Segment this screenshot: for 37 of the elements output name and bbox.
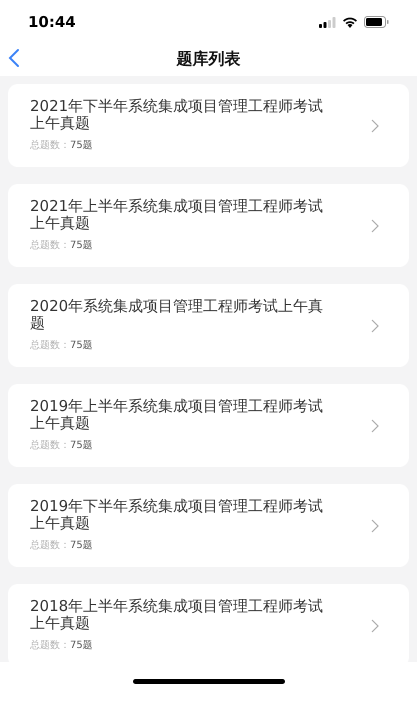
chevron-right-icon (371, 118, 379, 132)
page-title: 题库列表 (176, 48, 240, 70)
chevron-right-icon (371, 518, 379, 532)
count-label: 总题数： (30, 138, 70, 153)
count-label: 总题数： (30, 238, 70, 253)
count-value: 75题 (70, 639, 93, 653)
exam-title: 2020年系统集成项目管理工程师考试上午真题 (30, 298, 324, 332)
count-label: 总题数： (30, 538, 70, 553)
exam-title: 2021年下半年系统集成项目管理工程师考试上午真题 (30, 98, 324, 132)
exam-card[interactable]: 2018年上半年系统集成项目管理工程师考试上午真题 总题数：75题 (8, 584, 409, 662)
exam-card[interactable]: 2019年上半年系统集成项目管理工程师考试上午真题 总题数：75题 (8, 384, 409, 467)
exam-card[interactable]: 2019年下半年系统集成项目管理工程师考试上午真题 总题数：75题 (8, 484, 409, 567)
exam-title: 2019年上半年系统集成项目管理工程师考试上午真题 (30, 398, 324, 432)
exam-card[interactable]: 2021年上半年系统集成项目管理工程师考试上午真题 总题数：75题 (8, 184, 409, 267)
wifi-icon (342, 16, 358, 28)
count-label: 总题数： (30, 338, 70, 353)
count-value: 75题 (70, 239, 93, 253)
chevron-right-icon (371, 218, 379, 232)
chevron-right-icon (371, 418, 379, 432)
count-label: 总题数： (30, 638, 70, 653)
back-icon (8, 48, 20, 68)
count-label: 总题数： (30, 438, 70, 453)
exam-title: 2021年上半年系统集成项目管理工程师考试上午真题 (30, 198, 324, 232)
chevron-right-icon (371, 618, 379, 632)
count-value: 75题 (70, 439, 93, 453)
battery-icon (364, 16, 389, 28)
count-value: 75题 (70, 539, 93, 553)
exam-title: 2018年上半年系统集成项目管理工程师考试上午真题 (30, 598, 324, 632)
back-button[interactable] (6, 46, 22, 70)
chevron-right-icon (371, 318, 379, 332)
status-time: 10:44 (28, 12, 76, 33)
exam-card[interactable]: 2021年下半年系统集成项目管理工程师考试上午真题 总题数：75题 (8, 84, 409, 167)
count-value: 75题 (70, 339, 93, 353)
exam-card[interactable]: 2020年系统集成项目管理工程师考试上午真题 总题数：75题 (8, 284, 409, 367)
signal-icon (319, 16, 336, 28)
count-value: 75题 (70, 139, 93, 153)
exam-title: 2019年下半年系统集成项目管理工程师考试上午真题 (30, 498, 324, 532)
